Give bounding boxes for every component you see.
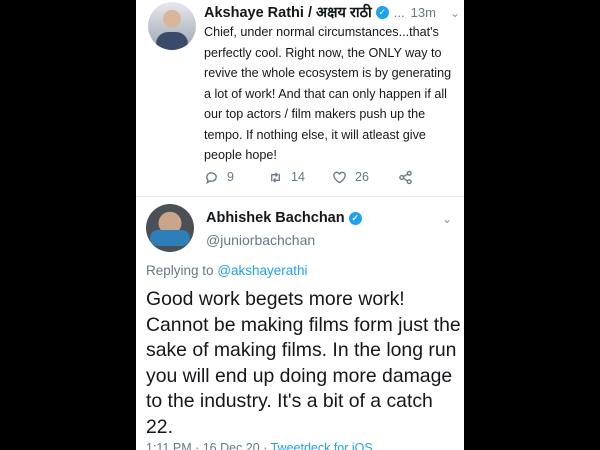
share-icon bbox=[399, 170, 412, 184]
replying-label: Replying to bbox=[146, 263, 214, 278]
avatar[interactable] bbox=[146, 204, 194, 252]
author-name[interactable]: Abhishek Bachchan bbox=[206, 210, 345, 226]
retweet-count: 14 bbox=[291, 170, 305, 184]
reply-icon bbox=[206, 171, 217, 184]
retweet-button[interactable]: 14 bbox=[268, 170, 332, 185]
tweet-timestamp[interactable]: 1:11 PM · 16 Dec 20 bbox=[146, 441, 260, 450]
author-name-row: Abhishek Bachchan ✓ bbox=[206, 210, 362, 226]
tweet-meta: 1:11 PM · 16 Dec 20 · Tweetdeck for iOS bbox=[146, 441, 373, 450]
tweet-header: Akshaye Rathi / अक्षय राठी ✓ ... 13m bbox=[204, 2, 456, 22]
like-button[interactable]: 26 bbox=[332, 170, 398, 185]
author-name[interactable]: Akshaye Rathi / अक्षय राठी bbox=[204, 2, 372, 22]
truncated-handle: ... bbox=[393, 4, 405, 20]
author-handle[interactable]: @juniorbachchan bbox=[206, 232, 315, 248]
avatar[interactable] bbox=[148, 2, 196, 50]
tweet-client-link[interactable]: Tweetdeck for iOS bbox=[271, 441, 373, 450]
like-count: 26 bbox=[355, 170, 369, 184]
retweet-icon bbox=[271, 171, 280, 183]
tweet-actions: 9 14 26 bbox=[204, 168, 444, 186]
chevron-down-icon[interactable]: ⌄ bbox=[450, 6, 460, 20]
replying-to: Replying to @akshayerathi bbox=[146, 263, 308, 278]
tweet-time[interactable]: 13m bbox=[411, 5, 436, 20]
reply-button[interactable]: 9 bbox=[204, 170, 268, 185]
tweet-thread-screenshot: Akshaye Rathi / अक्षय राठी ✓ ... 13m ⌄ C… bbox=[136, 0, 464, 450]
divider bbox=[136, 196, 464, 197]
tweet-text: Good work begets more work! Cannot be ma… bbox=[146, 288, 461, 438]
share-button[interactable] bbox=[398, 170, 413, 185]
verified-icon: ✓ bbox=[348, 211, 362, 225]
replying-handle-link[interactable]: @akshayerathi bbox=[217, 263, 307, 278]
chevron-down-icon[interactable]: ⌄ bbox=[442, 212, 452, 226]
reply-count: 9 bbox=[227, 170, 234, 184]
verified-icon: ✓ bbox=[375, 5, 389, 19]
tweet-text: Chief, under normal circumstances...that… bbox=[204, 25, 452, 162]
like-icon bbox=[333, 171, 346, 183]
